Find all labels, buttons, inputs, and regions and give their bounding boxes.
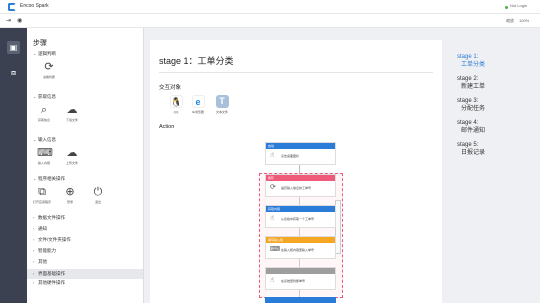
upload-cloud-icon: ☁ bbox=[66, 147, 78, 159]
steps-panel: 步骤 ⌄ 逻辑判断 ⟳ 决策判断 ⌄ 获取信息 ⌕ 获取信息 ☁ 下载文件 ⌄ 输入信… bbox=[27, 28, 144, 303]
category-hardware-ops[interactable]: › 其他硬件操作 bbox=[33, 280, 65, 286]
category-logic[interactable]: ⌄ 逻辑判断 bbox=[33, 51, 56, 57]
stage-item-1[interactable]: stage 1: 工单分类 bbox=[457, 54, 485, 69]
flow-block[interactable]: 循环 ⟳ 遍历输入信息的工单号 bbox=[265, 174, 336, 197]
tool-download-file[interactable]: ☁ 下载文件 bbox=[61, 103, 83, 122]
keyboard-icon: ⌨ bbox=[270, 246, 281, 253]
object-qq[interactable]: 🐧 QQ bbox=[166, 95, 186, 114]
zoom-select[interactable]: 100% bbox=[519, 18, 529, 23]
download-cloud-icon: ☁ bbox=[66, 104, 78, 116]
category-get-info[interactable]: ⌄ 获取信息 bbox=[33, 94, 56, 100]
action-title: Action bbox=[159, 124, 175, 130]
loop-icon: ⟳ bbox=[270, 184, 276, 191]
pointer-icon: ☝ bbox=[270, 215, 275, 222]
category-ai[interactable]: › 智能能力 bbox=[33, 248, 56, 254]
object-text-file[interactable]: T 文本文件 bbox=[212, 95, 232, 114]
power-icon: ⏻ bbox=[93, 186, 103, 198]
tool-login[interactable]: ⊕ 登录 bbox=[59, 185, 81, 204]
zoom-label: 缩放 bbox=[506, 18, 514, 23]
tool-get-info[interactable]: ⌕ 获取信息 bbox=[33, 103, 55, 122]
nav-steps-button[interactable]: ▣ bbox=[7, 41, 20, 54]
ie-icon: e bbox=[191, 95, 205, 108]
objects-title: 交互对象 bbox=[159, 85, 182, 91]
object-ie[interactable]: e IE浏览器 bbox=[188, 95, 208, 114]
title-bar: Encoo Spark Not Login bbox=[0, 0, 540, 14]
open-app-icon: ⧉ bbox=[38, 186, 46, 198]
stage-item-3[interactable]: stage 3: 分配任务 bbox=[457, 98, 485, 113]
toolbar: ⇥ ◉ 缩放 100% bbox=[0, 14, 540, 28]
decision-icon: ⟳ bbox=[44, 61, 54, 73]
category-program-ops[interactable]: ⌄ 程序相关操作 bbox=[33, 176, 65, 182]
app-logo-icon bbox=[8, 3, 16, 11]
steps-title: 步骤 bbox=[33, 40, 47, 47]
stage-list: stage 1: 工单分类 stage 2: 新建工单 stage 3: 分配任… bbox=[452, 40, 540, 303]
divider bbox=[159, 72, 433, 73]
stage-editor: stage 1：工单分类 交互对象 🐧 QQ e IE浏览器 T 文本文件 Ac… bbox=[150, 40, 442, 303]
category-file-folder-ops[interactable]: › 文件/文件夹操作 bbox=[33, 237, 71, 243]
search-icon: ⌕ bbox=[40, 104, 48, 116]
qq-icon: 🐧 bbox=[169, 95, 183, 108]
stage-item-4[interactable]: stage 4: 邮件通知 bbox=[457, 120, 485, 135]
login-icon: ⊕ bbox=[65, 186, 75, 198]
tool-upload-file[interactable]: ☁ 上传文件 bbox=[61, 146, 83, 165]
login-status[interactable]: Not Login bbox=[510, 3, 527, 8]
category-ui-basic-ops[interactable]: › 界面基础操作 bbox=[27, 269, 143, 279]
grid-icon: ▣ bbox=[9, 43, 18, 52]
category-data-file-ops[interactable]: › 数据文件操作 bbox=[33, 215, 65, 221]
nav-flow-button[interactable]: ⧈ bbox=[7, 66, 20, 79]
category-notify[interactable]: › 通知 bbox=[33, 226, 47, 232]
left-nav: ▣ ⧈ bbox=[0, 28, 27, 303]
flow-block[interactable]: 填写输入框 ⌨ 在输入框内容里输入单号 bbox=[265, 236, 336, 259]
text-file-icon: T bbox=[215, 95, 229, 108]
flow-block[interactable]: ☝ 在系统里判断单号 bbox=[265, 267, 336, 290]
tool-open-app[interactable]: ⧉ 打开应用程序 bbox=[31, 185, 53, 204]
status-dot-icon bbox=[505, 6, 508, 9]
stage-item-2[interactable]: stage 2: 新建工单 bbox=[457, 76, 485, 91]
flow-block[interactable]: 获取内容 ☝ 从表格中获取一个工单号 bbox=[265, 205, 336, 228]
tool-input-content[interactable]: ⌨ 输入内容 bbox=[33, 146, 55, 165]
tool-logout[interactable]: ⏻ 退出 bbox=[87, 185, 109, 204]
preview-eye-icon[interactable]: ◉ bbox=[17, 17, 22, 25]
flow-block[interactable]: 启动 ☝ 点击桌面图标 bbox=[265, 142, 336, 165]
exit-icon[interactable]: ⇥ bbox=[6, 17, 11, 25]
keyboard-icon: ⌨ bbox=[37, 147, 53, 159]
flow-block[interactable] bbox=[265, 297, 336, 303]
app-title: Encoo Spark bbox=[20, 3, 49, 9]
category-other[interactable]: › 其他 bbox=[33, 259, 47, 265]
pointer-icon: ☝ bbox=[270, 277, 275, 284]
sitemap-icon: ⧈ bbox=[10, 68, 17, 77]
category-input-info[interactable]: ⌄ 输入信息 bbox=[33, 137, 56, 143]
pointer-icon: ☝ bbox=[270, 152, 275, 159]
tool-decision[interactable]: ⟳ 决策判断 bbox=[38, 60, 60, 79]
stage-title: stage 1：工单分类 bbox=[159, 56, 234, 66]
stage-item-5[interactable]: stage 5: 日报记录 bbox=[457, 142, 485, 157]
